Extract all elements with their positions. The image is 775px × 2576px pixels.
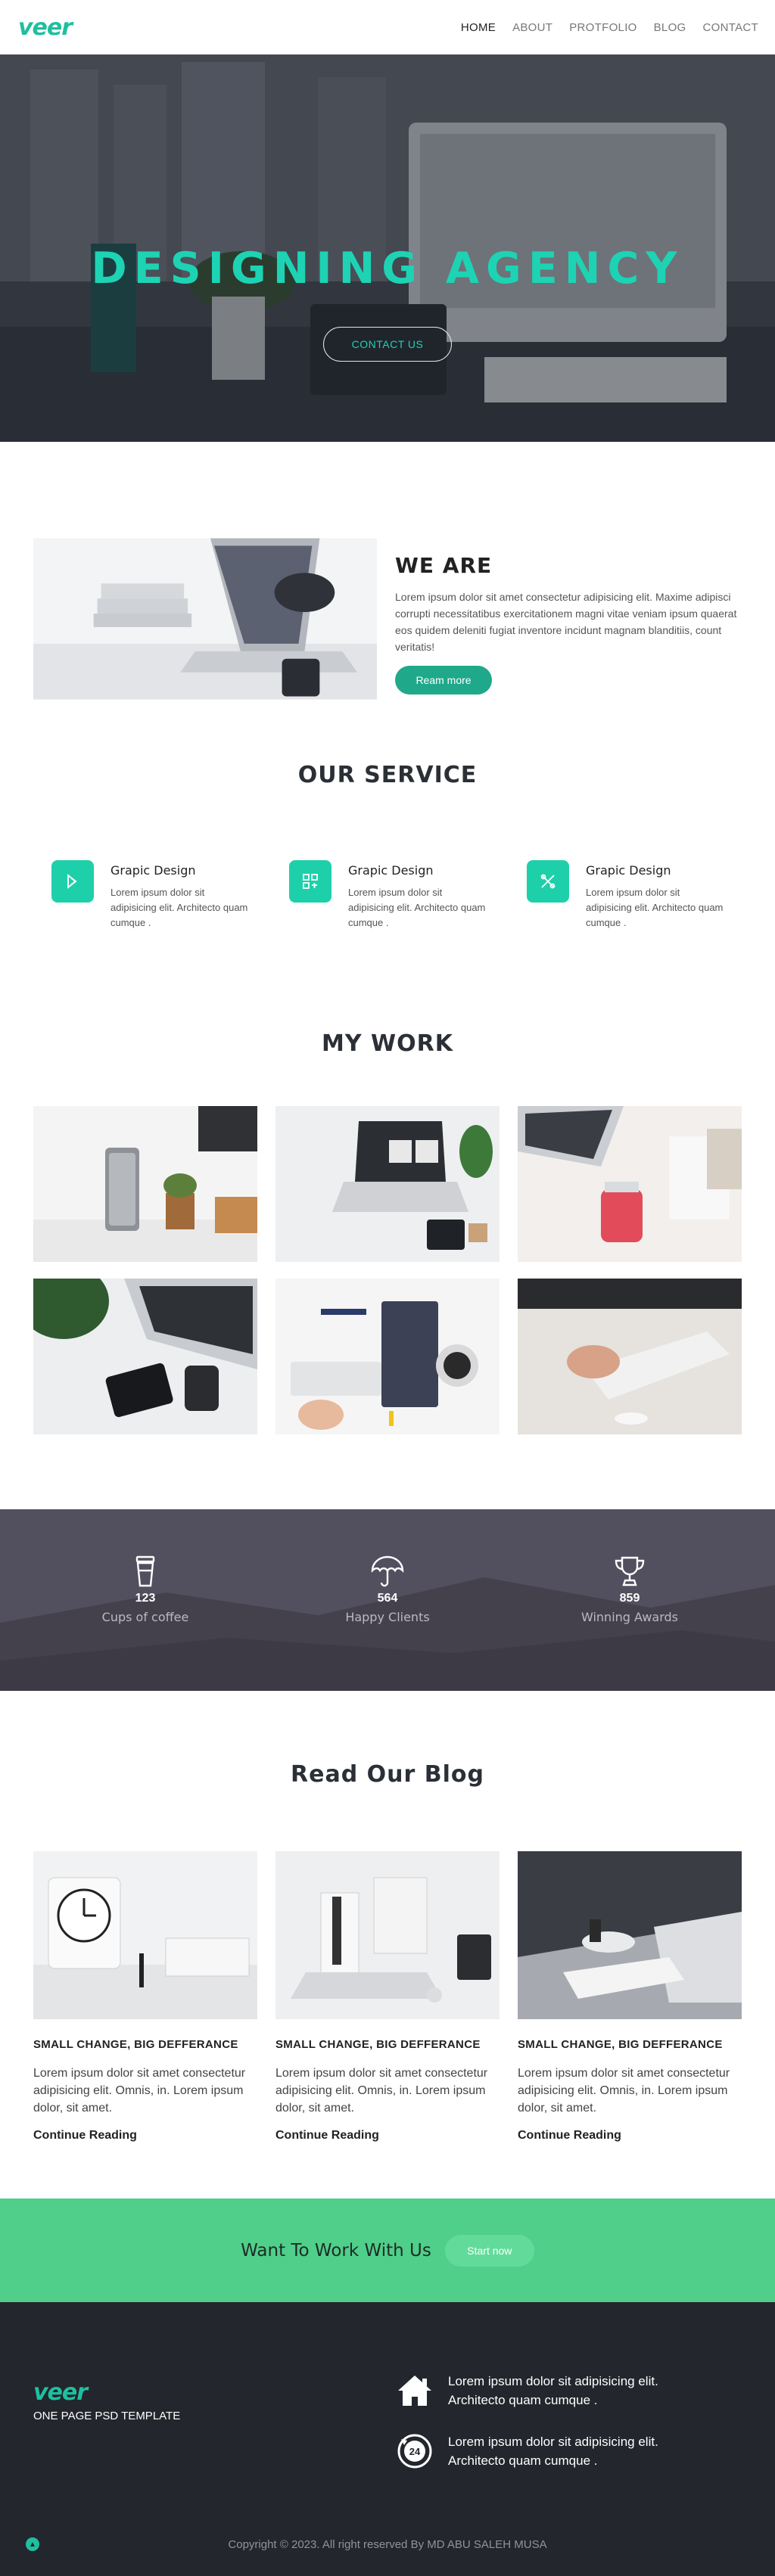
stat-item: 123 Cups of coffee — [70, 1551, 221, 1624]
cta-banner: Want To Work With Us Start now — [0, 2198, 775, 2302]
services-title: OUR SERVICE — [297, 762, 478, 788]
nav-portfolio[interactable]: PROTFOLIO — [569, 21, 636, 34]
stat-label: Cups of coffee — [101, 1610, 189, 1624]
read-more-button[interactable]: Ream more — [395, 666, 493, 694]
nav-blog[interactable]: BLOG — [654, 21, 686, 34]
contact-us-button[interactable]: CONTACT US — [323, 327, 452, 362]
hero-banner: DESIGNING AGENCY CONTACT US — [0, 54, 775, 442]
nav-contact[interactable]: CONTACT — [703, 21, 758, 34]
service-desc: Lorem ipsum dolor sit adipisicing elit. … — [110, 887, 248, 928]
blog-image[interactable] — [275, 1851, 500, 2019]
footer-contact-item: Lorem ipsum dolor sit adipisicing elit. … — [397, 2372, 714, 2410]
about-title: WE ARE — [395, 553, 493, 578]
blog-post-title: SMALL CHANGE, BIG DEFFERANCE — [518, 2038, 723, 2051]
blog-list: SMALL CHANGE, BIG DEFFERANCE Lorem ipsum… — [33, 1851, 742, 2143]
stat-item: 564 Happy Clients — [312, 1551, 463, 1624]
work-image[interactable] — [33, 1106, 257, 1262]
blog-image[interactable] — [518, 1851, 742, 2019]
about-laptop-image — [33, 538, 378, 700]
blog-image[interactable] — [33, 1851, 257, 2019]
trophy-icon — [554, 1551, 705, 1587]
copyright-text: Copyright © 2023. All right reserved By … — [228, 2538, 547, 2551]
about-content: WE ARE Lorem ipsum dolor sit amet consec… — [395, 538, 742, 700]
tools-icon — [527, 860, 569, 903]
work-image[interactable] — [518, 1106, 742, 1262]
footer-contact-text: Lorem ipsum dolor sit adipisicing elit. … — [448, 2374, 658, 2407]
stat-item: 859 Winning Awards — [554, 1551, 705, 1624]
service-card: Grapic Design Lorem ipsum dolor sit adip… — [289, 860, 486, 931]
blog-card: SMALL CHANGE, BIG DEFFERANCE Lorem ipsum… — [275, 1851, 500, 2143]
blog-card: SMALL CHANGE, BIG DEFFERANCE Lorem ipsum… — [33, 1851, 257, 2143]
start-now-button[interactable]: Start now — [444, 2234, 534, 2267]
site-logo[interactable]: veer — [18, 14, 73, 41]
continue-reading-link[interactable]: Continue Reading — [518, 2129, 742, 2143]
page: veer HOME ABOUT PROTFOLIO BLOG CONTACT D… — [0, 0, 775, 2576]
work-image[interactable] — [518, 1279, 742, 1434]
layout-icon — [289, 860, 331, 903]
about-section: WE ARE Lorem ipsum dolor sit amet consec… — [33, 538, 742, 700]
blog-title: Read Our Blog — [291, 1761, 484, 1788]
footer-tagline: ONE PAGE PSD TEMPLATE — [33, 2410, 181, 2422]
blog-post-title: SMALL CHANGE, BIG DEFFERANCE — [33, 2038, 238, 2051]
stat-value: 564 — [377, 1592, 398, 1605]
service-card: Grapic Design Lorem ipsum dolor sit adip… — [527, 860, 724, 931]
svg-text:24: 24 — [409, 2446, 421, 2457]
services-list: Grapic Design Lorem ipsum dolor sit adip… — [51, 860, 724, 931]
blog-post-excerpt: Lorem ipsum dolor sit amet consectetur a… — [275, 2067, 488, 2115]
work-image[interactable] — [33, 1279, 257, 1434]
home-icon — [397, 2372, 433, 2410]
stat-label: Happy Clients — [345, 1610, 430, 1624]
about-text: Lorem ipsum dolor sit amet consectetur a… — [395, 591, 737, 653]
top-navbar: veer HOME ABOUT PROTFOLIO BLOG CONTACT — [0, 0, 775, 54]
phone-24-icon: 24 — [397, 2432, 433, 2470]
service-card: Grapic Design Lorem ipsum dolor sit adip… — [51, 860, 248, 931]
coffee-cup-icon — [70, 1551, 221, 1587]
service-title: Grapic Design — [110, 863, 196, 878]
blog-post-excerpt: Lorem ipsum dolor sit amet consectetur a… — [33, 2067, 246, 2115]
footer: veer ONE PAGE PSD TEMPLATE Lorem ipsum d… — [0, 2302, 775, 2576]
nav-home[interactable]: HOME — [461, 21, 496, 34]
stats-section: 123 Cups of coffee 564 Happy Clients 859… — [0, 1509, 775, 1691]
main-nav: HOME ABOUT PROTFOLIO BLOG CONTACT — [461, 21, 758, 34]
continue-reading-link[interactable]: Continue Reading — [33, 2129, 257, 2143]
work-grid — [33, 1106, 742, 1434]
work-image[interactable] — [275, 1279, 500, 1434]
footer-contact-text: Lorem ipsum dolor sit adipisicing elit. … — [448, 2435, 658, 2468]
blog-post-excerpt: Lorem ipsum dolor sit amet consectetur a… — [518, 2067, 730, 2115]
footer-logo[interactable]: veer — [33, 2379, 88, 2406]
stat-value: 123 — [135, 1592, 156, 1605]
service-title: Grapic Design — [586, 863, 671, 878]
design-icon — [51, 860, 94, 903]
umbrella-icon — [312, 1551, 463, 1587]
service-desc: Lorem ipsum dolor sit adipisicing elit. … — [348, 887, 486, 928]
cta-text: Want To Work With Us — [241, 2240, 431, 2261]
work-title: MY WORK — [322, 1030, 453, 1057]
blog-post-title: SMALL CHANGE, BIG DEFFERANCE — [275, 2038, 481, 2051]
service-desc: Lorem ipsum dolor sit adipisicing elit. … — [586, 887, 724, 928]
footer-contact-item: 24 Lorem ipsum dolor sit adipisicing eli… — [397, 2432, 714, 2470]
stat-value: 859 — [619, 1592, 640, 1605]
service-title: Grapic Design — [348, 863, 434, 878]
nav-about[interactable]: ABOUT — [512, 21, 552, 34]
continue-reading-link[interactable]: Continue Reading — [275, 2129, 500, 2143]
blog-card: SMALL CHANGE, BIG DEFFERANCE Lorem ipsum… — [518, 1851, 742, 2143]
work-image[interactable] — [275, 1106, 500, 1262]
hero-title: DESIGNING AGENCY — [91, 244, 684, 294]
stat-label: Winning Awards — [581, 1610, 678, 1624]
